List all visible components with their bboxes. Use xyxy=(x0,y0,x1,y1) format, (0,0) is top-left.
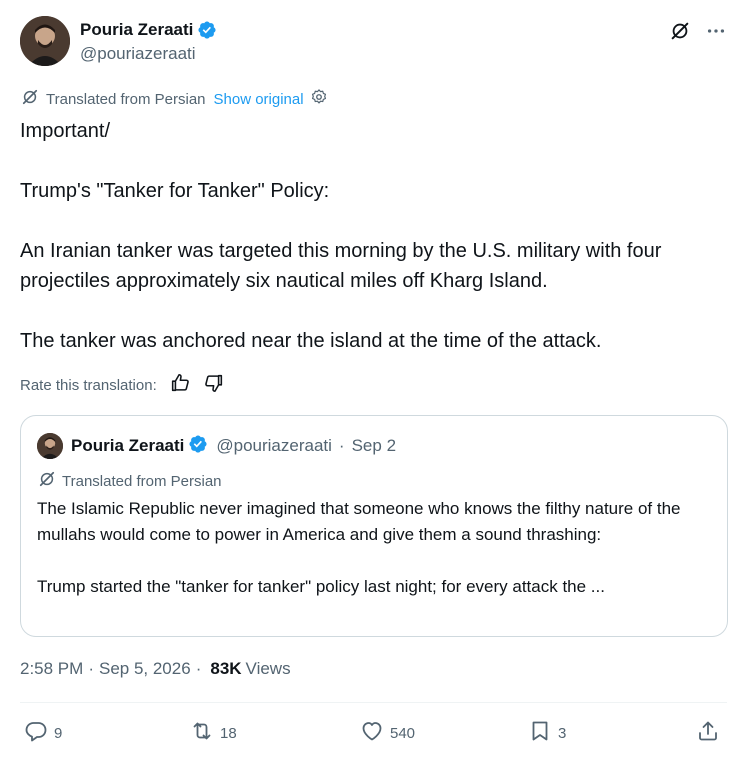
tweet-text: Important/ Trump's "Tanker for Tanker" P… xyxy=(20,116,730,356)
quote-paragraph: The Islamic Republic never imagined that… xyxy=(37,499,681,544)
quote-translation-notice: Translated from Persian xyxy=(37,470,222,492)
grok-icon[interactable] xyxy=(669,20,691,47)
tweet-paragraph: The tanker was anchored near the island … xyxy=(20,330,602,352)
quote-date: Sep 2 xyxy=(351,436,397,455)
repost-button[interactable]: 18 xyxy=(190,716,237,750)
thumbs-up-icon[interactable] xyxy=(165,372,191,398)
tweet-meta: 2:58 PM · Sep 5, 2026 · 83K Views xyxy=(20,657,291,681)
action-bar: 9 18 540 3 xyxy=(20,716,727,750)
repost-count: 18 xyxy=(220,724,237,742)
quote-verified-badge-icon xyxy=(188,434,208,459)
author-block: Pouria Zeraati @pouriazeraati xyxy=(80,18,217,64)
more-icon[interactable] xyxy=(705,20,727,47)
author-handle[interactable]: @pouriazeraati xyxy=(80,44,217,64)
share-button[interactable] xyxy=(696,716,720,750)
grok-translate-icon xyxy=(20,87,40,111)
meta-separator: · xyxy=(88,659,94,678)
bookmark-count: 3 xyxy=(558,724,567,742)
like-count: 540 xyxy=(390,724,416,742)
settings-icon[interactable] xyxy=(310,88,328,110)
reply-count: 9 xyxy=(54,724,63,742)
quote-translated-label: Translated from Persian xyxy=(62,472,222,490)
grok-translate-icon xyxy=(37,469,57,493)
tweet-date[interactable]: Sep 5, 2026 xyxy=(99,659,191,679)
views-count[interactable]: 83K xyxy=(210,659,241,679)
reply-button[interactable]: 9 xyxy=(24,716,62,750)
reply-icon xyxy=(24,719,48,747)
quote-paragraph: Trump started the "tanker for tanker" po… xyxy=(37,577,605,596)
verified-badge-icon[interactable] xyxy=(197,20,217,40)
tweet-time[interactable]: 2:58 PM xyxy=(20,659,83,679)
tweet-paragraph: An Iranian tanker was targeted this morn… xyxy=(20,240,662,292)
quote-author-handle: @pouriazeraati xyxy=(216,436,332,455)
tweet-paragraph: Important/ xyxy=(20,120,111,142)
bookmark-button[interactable]: 3 xyxy=(528,716,566,750)
divider xyxy=(20,702,727,703)
author-name[interactable]: Pouria Zeraati xyxy=(80,20,193,40)
share-icon xyxy=(696,719,720,747)
heart-icon xyxy=(360,719,384,747)
translation-notice: Translated from Persian Show original xyxy=(20,88,328,110)
rate-label: Rate this translation: xyxy=(20,376,157,394)
tweet-paragraph: Trump's "Tanker for Tanker" Policy: xyxy=(20,180,330,202)
meta-separator: · xyxy=(195,659,202,678)
quote-author-name: Pouria Zeraati xyxy=(71,436,185,455)
repost-icon xyxy=(190,719,214,747)
like-button[interactable]: 540 xyxy=(360,716,415,750)
quote-text: The Islamic Republic never imagined that… xyxy=(37,496,717,600)
top-actions xyxy=(669,20,727,47)
quote-author-avatar xyxy=(37,433,63,459)
author-avatar[interactable] xyxy=(20,16,70,66)
rate-translation: Rate this translation: xyxy=(20,373,225,397)
views-label: Views xyxy=(245,659,291,678)
bookmark-icon xyxy=(528,719,552,747)
quote-header: Pouria Zeraati @pouriazeraati · Sep 2 xyxy=(71,434,396,458)
show-original-link[interactable]: Show original xyxy=(214,91,304,108)
translated-label: Translated from Persian xyxy=(46,90,206,108)
thumbs-down-icon[interactable] xyxy=(199,372,225,398)
quote-separator: · xyxy=(338,436,345,455)
quoted-tweet[interactable]: Pouria Zeraati @pouriazeraati · Sep 2 Tr… xyxy=(20,415,728,637)
